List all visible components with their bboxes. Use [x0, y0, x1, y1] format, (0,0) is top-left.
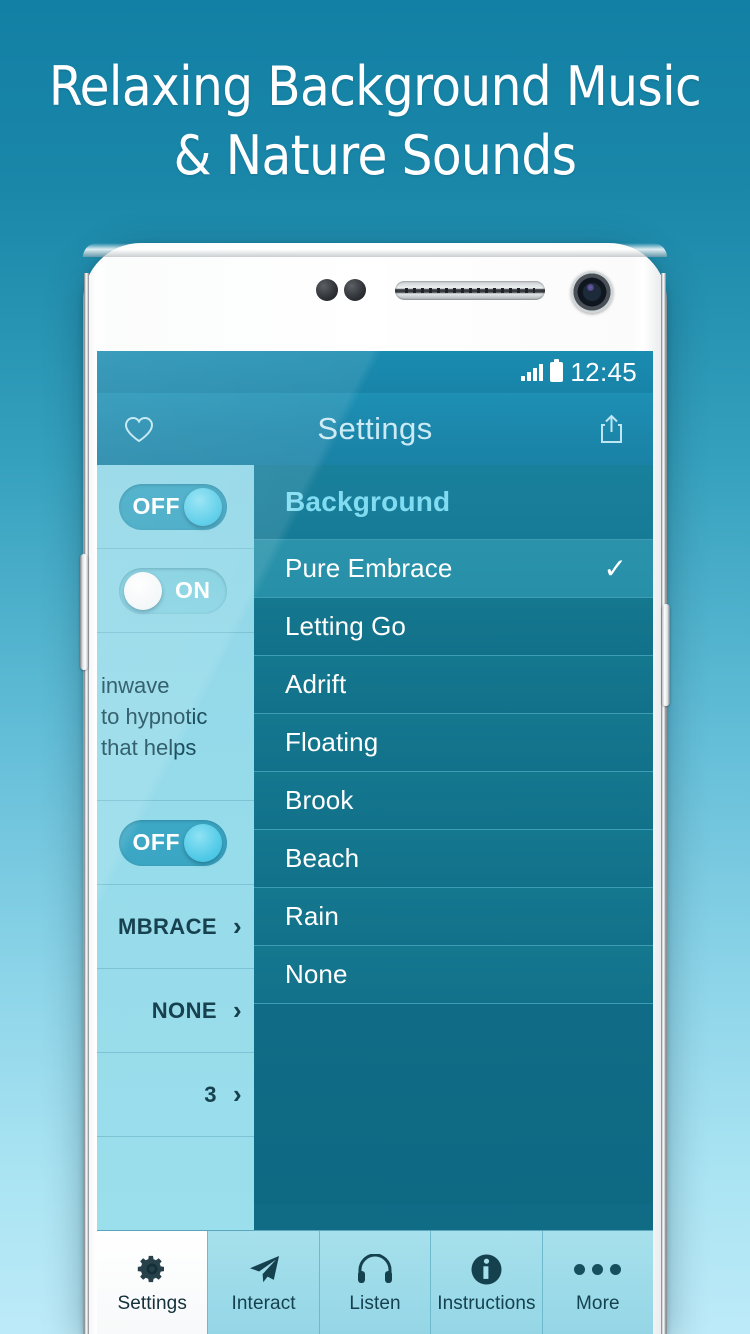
share-icon[interactable] [591, 409, 631, 449]
earpiece-speaker [395, 281, 545, 300]
setting-value-text: 3 [204, 1081, 217, 1107]
left-pane-row-count-value[interactable]: 3 › [97, 1053, 254, 1137]
setting-value-row[interactable]: MBRACE › [97, 911, 254, 942]
description-text: inwave to hypnotic that helps [97, 670, 254, 764]
toggle-knob [183, 487, 222, 526]
phone-right-edge [661, 273, 666, 1334]
toggle-knob [183, 823, 222, 862]
status-bar-clock: 12:45 [570, 356, 637, 387]
chevron-right-icon: › [232, 1079, 242, 1109]
list-item-label: Beach [285, 843, 360, 873]
section-title-background: Background [254, 465, 653, 540]
description-line-2: to hypnotic [101, 703, 208, 729]
setting-value-text: MBRACE [117, 913, 217, 939]
list-item-beach[interactable]: Beach [254, 830, 653, 888]
app-header: Settings [97, 393, 653, 465]
phone-screen: 12:45 Settings OFF ON inwave to hypnotic… [97, 351, 653, 1334]
gear-icon [136, 1250, 168, 1288]
tab-label: Listen [349, 1293, 401, 1314]
left-pane-row-none-value[interactable]: NONE › [97, 969, 254, 1053]
checkmark-icon: ✓ [603, 552, 627, 584]
background-list-pane: Background Pure Embrace ✓ Letting Go Adr… [254, 465, 653, 1230]
chevron-right-icon: › [232, 995, 242, 1025]
toggle-label: OFF [132, 493, 180, 519]
power-button[interactable] [662, 604, 670, 706]
description-line-3: that helps [101, 735, 197, 761]
left-pane-description-row: inwave to hypnotic that helps [97, 633, 254, 801]
left-pane-row-toggle-2[interactable]: ON [97, 549, 254, 633]
toggle-switch-off-2[interactable]: OFF [118, 819, 227, 866]
setting-value-row[interactable]: 3 › [97, 1079, 254, 1110]
settings-body: OFF ON inwave to hypnotic that helps OFF… [97, 465, 653, 1230]
toggle-label: ON [175, 577, 211, 603]
tab-instructions[interactable]: Instructions [431, 1231, 543, 1334]
phone-device-mockup: 12:45 Settings OFF ON inwave to hypnotic… [80, 243, 670, 1334]
setting-value-text: NONE [151, 997, 217, 1023]
tab-interact[interactable]: Interact [208, 1231, 320, 1334]
left-pane-row-toggle-1[interactable]: OFF [97, 465, 254, 549]
list-item-none[interactable]: None [254, 946, 653, 1004]
settings-left-pane: OFF ON inwave to hypnotic that helps OFF… [97, 465, 254, 1230]
front-camera-icon [571, 271, 613, 313]
tab-settings[interactable]: Settings [97, 1231, 209, 1334]
info-circle-icon [470, 1250, 503, 1288]
volume-button[interactable] [80, 554, 88, 670]
list-item-label: None [285, 959, 348, 989]
list-empty-area [254, 1004, 653, 1204]
battery-full-icon [550, 359, 564, 382]
tab-label: Instructions [437, 1293, 536, 1314]
bottom-tab-bar: Settings Interact Listen Instructions Mo… [97, 1230, 653, 1334]
list-item-label: Pure Embrace [285, 553, 453, 583]
left-pane-row-toggle-3[interactable]: OFF [97, 801, 254, 885]
list-item-rain[interactable]: Rain [254, 888, 653, 946]
list-item-adrift[interactable]: Adrift [254, 656, 653, 714]
list-item-label: Rain [285, 901, 339, 931]
promo-line-2: & Nature Sounds [173, 124, 577, 188]
list-item-pure-embrace[interactable]: Pure Embrace ✓ [254, 540, 653, 598]
toggle-switch-off-1[interactable]: OFF [118, 483, 227, 530]
signal-bars-icon [521, 363, 544, 381]
promo-headline: Relaxing Background Music & Nature Sound… [0, 52, 750, 190]
light-sensor-icon [344, 279, 366, 301]
paper-plane-icon [247, 1250, 281, 1288]
promo-line-1: Relaxing Background Music [48, 55, 702, 118]
toggle-switch-on[interactable]: ON [118, 567, 227, 614]
phone-left-edge [84, 273, 89, 1334]
list-item-label: Letting Go [285, 611, 406, 641]
left-pane-row-background-value[interactable]: MBRACE › [97, 885, 254, 969]
proximity-sensor-icon [316, 279, 338, 301]
tab-label: Interact [231, 1293, 296, 1314]
heart-icon[interactable] [119, 409, 159, 449]
tab-listen[interactable]: Listen [319, 1231, 432, 1334]
toggle-label: OFF [132, 829, 180, 855]
list-item-brook[interactable]: Brook [254, 772, 653, 830]
list-item-floating[interactable]: Floating [254, 714, 653, 772]
ellipsis-icon [574, 1250, 622, 1288]
tab-more[interactable]: More [542, 1231, 653, 1334]
description-line-1: inwave [101, 672, 170, 698]
headphones-icon [356, 1250, 394, 1288]
chevron-right-icon: › [232, 911, 242, 941]
page-title: Settings [317, 411, 433, 446]
toggle-knob [123, 571, 162, 610]
setting-value-row[interactable]: NONE › [97, 995, 254, 1026]
list-item-label: Brook [285, 785, 354, 815]
tab-label: More [575, 1293, 620, 1314]
list-item-letting-go[interactable]: Letting Go [254, 598, 653, 656]
tab-label: Settings [117, 1293, 187, 1314]
list-item-label: Floating [285, 727, 379, 757]
status-bar: 12:45 [97, 351, 653, 393]
list-item-label: Adrift [285, 669, 347, 699]
